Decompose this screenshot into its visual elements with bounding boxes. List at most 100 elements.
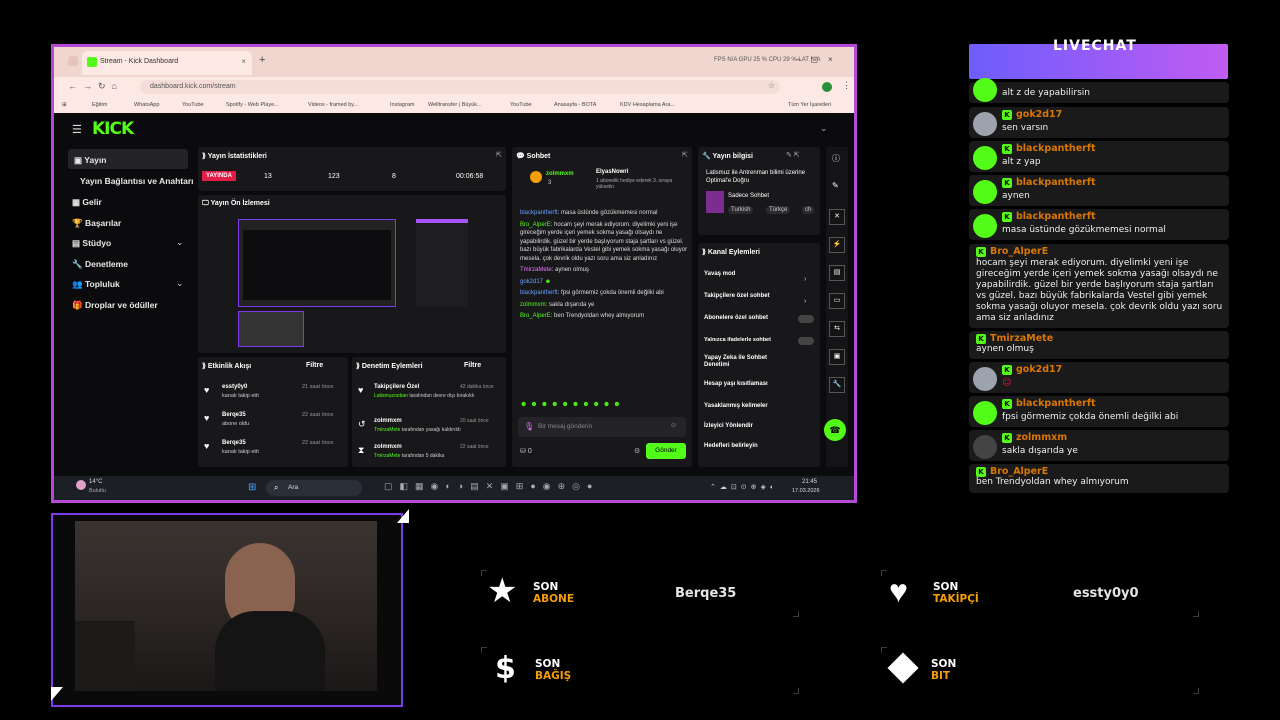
window-controls[interactable]: –▢× xyxy=(796,55,843,64)
pencil-icon[interactable]: ✎ xyxy=(832,181,839,190)
bookmark-item[interactable]: Videos - framed by... xyxy=(308,102,358,108)
action-followers-only[interactable]: Takipçilere özel sohbet xyxy=(704,293,770,299)
taskbar-search[interactable]: ⌕ Ara xyxy=(266,480,362,496)
chevron-down-icon[interactable]: ⌄ xyxy=(176,237,184,248)
profile-avatar[interactable] xyxy=(822,82,832,92)
bookmark-item[interactable]: KDV Hesaplama Ara... xyxy=(620,102,675,108)
wrench-icon[interactable]: 🔧 xyxy=(829,377,845,393)
sidebar-item-denetleme[interactable]: 🔧 Denetleme xyxy=(72,259,128,270)
action-account-age[interactable]: Hesap yaşı kısıtlaması xyxy=(704,381,768,387)
mod-text: tarafından yasağı kaldırıldı xyxy=(401,427,461,433)
overlay-chat-item: K blackpantherft aynen xyxy=(969,175,1229,206)
mod-user[interactable]: zolmmxm xyxy=(374,418,402,424)
subs-only-toggle[interactable] xyxy=(798,315,814,323)
sidebar-item-basarilar[interactable]: 🏆 Başarılar xyxy=(72,218,121,229)
bookmark-item[interactable]: YouTube xyxy=(510,102,532,108)
bookmark-item[interactable]: Anasayfa - BOTA xyxy=(554,102,596,108)
action-banned-words[interactable]: Yasaklanmış kelimeler xyxy=(704,403,768,409)
chat-user[interactable]: Bro_AlperE xyxy=(520,222,551,228)
emote-only-toggle[interactable] xyxy=(798,337,814,345)
url-field[interactable]: dashboard.kick.com/stream xyxy=(140,80,780,94)
chat-user[interactable]: zolmmxm xyxy=(520,302,546,308)
action-subs-only[interactable]: Abonelere özel sohbet xyxy=(704,315,768,321)
mod-actor[interactable]: TmirzaMete xyxy=(374,427,400,433)
apps-icon[interactable]: ⊞ xyxy=(62,102,67,108)
support-icon[interactable]: ☎ xyxy=(824,419,846,441)
chat-user[interactable]: blackpantherft xyxy=(520,290,558,296)
tray-icons[interactable]: ⌃☁⊡⊙⊕◈◐ xyxy=(710,483,778,491)
mod-actor[interactable]: TmirzaMete xyxy=(374,453,400,459)
close-tab-icon[interactable]: × xyxy=(241,57,246,66)
kick-logo[interactable]: KICK xyxy=(92,119,134,139)
edit-icon[interactable]: ✎ ⇱ xyxy=(786,151,800,159)
browser-menu-icon[interactable]: ⋮ xyxy=(842,80,851,91)
pinned-apps[interactable]: ▢◧▦◉◐◑▤✕▣⊞●◉⊕◎● xyxy=(384,481,599,492)
info-icon[interactable]: ⓘ xyxy=(832,153,840,164)
bookmark-item[interactable]: Welltransfer | Büyük... xyxy=(428,102,482,108)
sidebar-item-topluluk[interactable]: 👥 Topluluk xyxy=(72,279,120,290)
doc-icon[interactable]: ▤ xyxy=(829,265,845,281)
moderation-filter[interactable]: Filtre xyxy=(464,362,481,369)
category-name[interactable]: Sadece Sohbet xyxy=(728,193,769,199)
bookmark-item[interactable]: Spotify - Web Playe... xyxy=(226,102,279,108)
tag-chip: Turkish xyxy=(728,206,754,214)
activity-user[interactable]: Berqe35 xyxy=(222,412,246,418)
activity-user[interactable]: Berqe35 xyxy=(222,440,246,446)
weather-icon xyxy=(76,480,86,490)
activity-user[interactable]: essty0y0 xyxy=(222,384,247,390)
action-raid[interactable]: İzleyici Yönlendir xyxy=(704,423,753,429)
raid-icon[interactable]: ✕ xyxy=(829,209,845,225)
popout-icon[interactable]: ⇱ xyxy=(496,151,502,159)
tab-menu-icon[interactable] xyxy=(68,56,78,66)
action-slow-mode[interactable]: Yavaş mod xyxy=(704,271,735,277)
action-goals[interactable]: Hedefleri belirleyin xyxy=(704,443,758,449)
emote-bar[interactable]: ☻☻☻☻☻☻☻☻☻☻ xyxy=(520,401,624,408)
sidebar-item-stream-key[interactable]: Yayın Bağlantısı ve Anahtarı xyxy=(80,176,194,186)
windows-start-icon[interactable]: ⊞ xyxy=(248,482,256,493)
mic-icon[interactable]: 🎙 xyxy=(524,422,534,431)
browser-tab[interactable]: Stream - Kick Dashboard × xyxy=(82,51,252,75)
bookmark-star-icon[interactable]: ☆ xyxy=(768,81,775,90)
activity-filter[interactable]: Filtre xyxy=(306,362,323,369)
sidebar-item-droplar[interactable]: 🎁 Droplar ve ödüller xyxy=(72,300,158,311)
chat-user[interactable]: Bro_AlperE xyxy=(520,313,551,319)
save-icon[interactable]: ▣ xyxy=(829,349,845,365)
sliders-icon[interactable]: ⇆ xyxy=(829,321,845,337)
overlay-chat-text: fpsi görmemiz çokda önemli değilki abi xyxy=(1002,412,1179,422)
tab-title: Stream - Kick Dashboard xyxy=(100,58,179,65)
bookmark-item[interactable]: Eğitim xyxy=(92,102,107,108)
mod-user[interactable]: zolmmxm xyxy=(374,444,402,450)
bookmark-item[interactable]: WhatsApp xyxy=(134,102,159,108)
room-shadow xyxy=(75,621,135,691)
top-gifter[interactable]: zolmmxm xyxy=(546,171,574,177)
sidebar-item-studyo[interactable]: ▤ Stüdyo xyxy=(72,238,111,249)
overlay-chat-user: blackpantherft xyxy=(1016,211,1096,222)
chat-input[interactable]: 🎙 Bir mesaj gönderin ☺ xyxy=(518,417,686,437)
chat-user[interactable]: TmirzaMete xyxy=(520,267,552,273)
clock-date: 17.03.2026 xyxy=(792,488,820,494)
chevron-down-icon[interactable]: ⌄ xyxy=(176,278,184,289)
action-emote-only[interactable]: Yalnızca ifadelerle sohbet xyxy=(704,337,771,343)
sub-label: SON xyxy=(533,581,559,593)
hamburger-icon[interactable]: ☰ xyxy=(72,123,82,136)
gear-icon[interactable]: ⚙ xyxy=(634,447,640,455)
sidebar-item-gelir[interactable]: ▦ Gelir xyxy=(72,197,102,208)
chat-user[interactable]: blackpantherft xyxy=(520,210,558,216)
bookmark-item[interactable]: Instagram xyxy=(390,102,414,108)
chat-user[interactable]: gok2d17 xyxy=(520,279,543,285)
overlay-chat-text: alt z yap xyxy=(1002,157,1041,167)
emoji-icon[interactable]: ☺ xyxy=(670,422,677,429)
send-button[interactable]: Gönder xyxy=(646,443,686,459)
bolt-icon[interactable]: ⚡ xyxy=(829,237,845,253)
gift-user[interactable]: ElyasNowri xyxy=(596,169,628,175)
nav-arrows-icon[interactable]: ←→↻⌂ xyxy=(68,81,123,92)
new-tab-icon[interactable]: + xyxy=(259,54,265,66)
chevron-down-icon[interactable]: ⌄ xyxy=(820,123,828,134)
bookmark-item[interactable]: YouTube xyxy=(182,102,204,108)
popout-icon[interactable]: ⇱ xyxy=(682,151,688,159)
mod-actor[interactable]: Latismuzooban xyxy=(374,393,408,399)
action-ai-moderation[interactable]: Yapay Zeka ile Sohbet Denetimi xyxy=(704,355,788,369)
all-bookmarks[interactable]: Tüm Yer İşaretleri xyxy=(788,102,831,108)
kick-badge-icon: K xyxy=(1002,399,1012,409)
chat-icon[interactable]: ▭ xyxy=(829,293,845,309)
